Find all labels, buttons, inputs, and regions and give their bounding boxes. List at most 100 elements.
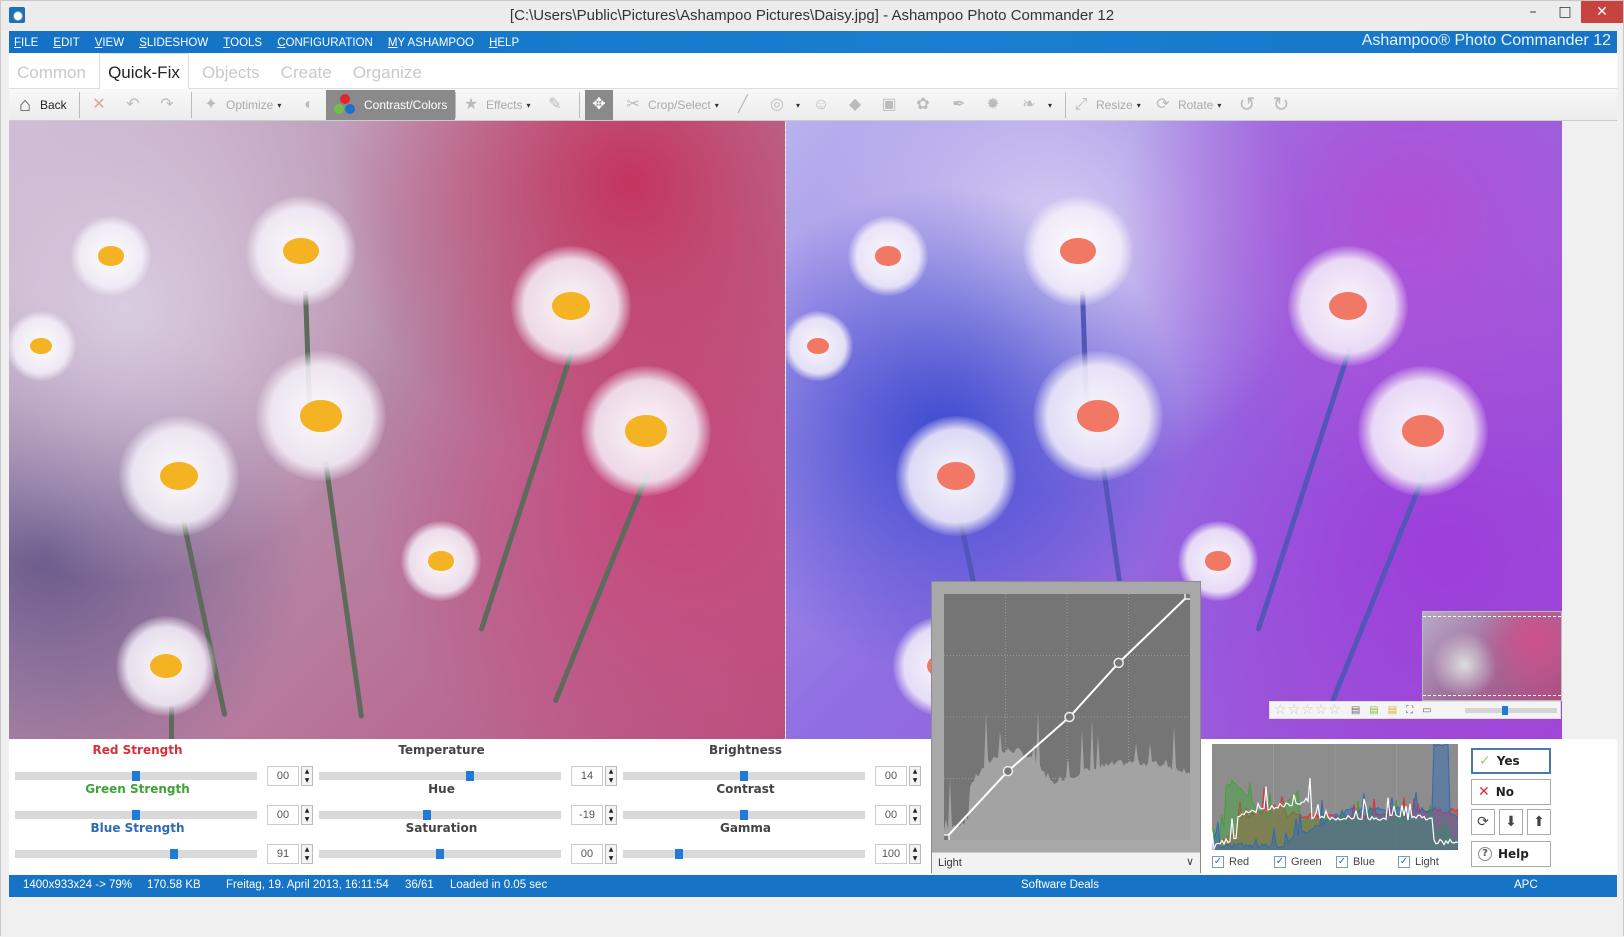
- spin-down-icon[interactable]: ▼: [302, 776, 312, 785]
- fullscreen-icon[interactable]: ⛶: [1406, 705, 1413, 716]
- spin-down-icon[interactable]: ▼: [606, 854, 616, 863]
- image-edit-icon[interactable]: ▤: [1388, 705, 1397, 716]
- slider-handle[interactable]: [169, 849, 178, 859]
- curve-control-point[interactable]: [1002, 765, 1014, 777]
- frame-button[interactable]: ▣: [879, 91, 904, 119]
- spin-down-icon[interactable]: ▼: [910, 815, 920, 824]
- eraser-button[interactable]: ◆: [845, 91, 870, 119]
- checkbox-light[interactable]: ✓ Light: [1398, 856, 1439, 868]
- spin-down-icon[interactable]: ▼: [302, 815, 312, 824]
- rating-star-2[interactable]: ☆: [1288, 702, 1301, 718]
- spin-down-icon[interactable]: ▼: [910, 854, 920, 863]
- rating-star-4[interactable]: ☆: [1315, 702, 1328, 718]
- spin-down-icon[interactable]: ▼: [302, 854, 312, 863]
- slider-handle[interactable]: [132, 810, 140, 820]
- yes-button[interactable]: ✓ Yes: [1471, 748, 1551, 774]
- tab-organize[interactable]: Organize: [345, 54, 430, 90]
- menu-slideshow[interactable]: SLIDESHOW: [134, 33, 213, 49]
- spin-buttons[interactable]: ▲ ▼: [301, 766, 313, 786]
- slider-handle[interactable]: [422, 810, 431, 820]
- spin-up-icon[interactable]: ▲: [910, 845, 920, 854]
- menu-configuration[interactable]: CONFIGURATION: [272, 33, 378, 49]
- contrast-colors-button[interactable]: Contrast/Colors: [326, 90, 456, 120]
- resize-button[interactable]: ⤢ Resize ▾: [1071, 91, 1141, 119]
- rating-star-5[interactable]: ☆: [1328, 702, 1341, 718]
- curve-control-point[interactable]: [1113, 657, 1124, 669]
- spin-down-icon[interactable]: ▼: [606, 776, 616, 785]
- brush-button[interactable]: ✎: [545, 91, 570, 119]
- maximize-button[interactable]: □: [1549, 1, 1581, 23]
- back-button[interactable]: ⌂ Back: [15, 91, 67, 119]
- spin-buttons[interactable]: ▲ ▼: [301, 805, 313, 825]
- tab-quick-fix[interactable]: Quick-Fix: [99, 53, 189, 89]
- spin-up-icon[interactable]: ▲: [606, 845, 616, 854]
- menu-view[interactable]: VIEW: [90, 33, 129, 49]
- slider-value-input[interactable]: 00: [571, 844, 603, 864]
- spin-buttons[interactable]: ▲ ▼: [605, 805, 617, 825]
- load-preset-button[interactable]: ⬆: [1527, 809, 1551, 835]
- slider-value-input[interactable]: 91: [267, 844, 299, 864]
- redo-button[interactable]: ↷: [157, 91, 182, 119]
- spin-buttons[interactable]: ▲ ▼: [301, 844, 313, 864]
- spin-up-icon[interactable]: ▲: [302, 767, 312, 776]
- slider-value-input[interactable]: 14: [571, 766, 603, 786]
- straighten-button[interactable]: ╱: [733, 91, 758, 119]
- curve-endpoint-handle[interactable]: [1184, 588, 1196, 600]
- slider-track[interactable]: [623, 810, 865, 820]
- slider-value-input[interactable]: 00: [875, 805, 907, 825]
- portrait-button[interactable]: ☺: [811, 91, 836, 119]
- slider-value-input[interactable]: 100: [875, 844, 907, 864]
- slider-track[interactable]: [623, 849, 865, 859]
- menu-file[interactable]: FILE: [9, 33, 43, 49]
- effects-button[interactable]: ★ Effects ▾: [461, 91, 531, 119]
- slider-handle[interactable]: [132, 771, 140, 781]
- rating-star-3[interactable]: ☆: [1301, 702, 1314, 718]
- rotate-right-button[interactable]: ↻: [1271, 91, 1296, 119]
- close-button[interactable]: ✕: [1581, 1, 1623, 23]
- tone-curve-graph[interactable]: [938, 588, 1196, 846]
- slider-track[interactable]: [15, 810, 257, 820]
- spin-down-icon[interactable]: ▼: [606, 815, 616, 824]
- slider-value-input[interactable]: -19: [571, 805, 603, 825]
- slider-handle[interactable]: [740, 771, 748, 781]
- help-button[interactable]: ? Help: [1471, 841, 1551, 867]
- splash-button[interactable]: ✹: [983, 91, 1008, 119]
- spin-buttons[interactable]: ▲ ▼: [605, 766, 617, 786]
- optimize-button[interactable]: ✦ Optimize ▾: [201, 91, 281, 119]
- slider-value-input[interactable]: 00: [875, 766, 907, 786]
- select-tool-button[interactable]: ✥: [585, 90, 613, 120]
- exposure-button[interactable]: ◐: [299, 91, 324, 119]
- menu-edit[interactable]: EDIT: [48, 33, 84, 49]
- rotate-left-button[interactable]: ↺: [1237, 91, 1262, 119]
- slider-handle[interactable]: [740, 810, 748, 820]
- slider-handle[interactable]: [674, 849, 683, 859]
- slider-track[interactable]: [319, 810, 561, 820]
- spin-buttons[interactable]: ▲ ▼: [909, 844, 921, 864]
- curve-control-point[interactable]: [1064, 711, 1075, 723]
- menu-my-ashampoo[interactable]: MY ASHAMPOO: [383, 33, 479, 49]
- menu-tools[interactable]: TOOLS: [218, 33, 267, 49]
- slider-handle[interactable]: [436, 849, 444, 859]
- slider-track[interactable]: [15, 771, 257, 781]
- discard-button[interactable]: ✕: [89, 91, 114, 119]
- zoom-slider[interactable]: [1465, 706, 1557, 715]
- tone-curve-editor[interactable]: [938, 588, 1196, 846]
- tab-objects[interactable]: Objects: [194, 54, 268, 90]
- tab-create[interactable]: Create: [273, 54, 340, 90]
- slider-track[interactable]: [15, 849, 257, 859]
- spin-down-icon[interactable]: ▼: [910, 776, 920, 785]
- reset-button[interactable]: ⟳: [1471, 809, 1495, 835]
- spin-buttons[interactable]: ▲ ▼: [909, 805, 921, 825]
- slider-track[interactable]: [319, 771, 561, 781]
- checkbox-green[interactable]: ✓ Green: [1274, 856, 1322, 868]
- crop-select-button[interactable]: ✂ Crop/Select ▾: [623, 91, 718, 119]
- spin-up-icon[interactable]: ▲: [606, 806, 616, 815]
- spin-up-icon[interactable]: ▲: [302, 806, 312, 815]
- monitor-icon[interactable]: ▭: [1422, 705, 1431, 716]
- menu-help[interactable]: HELP: [484, 33, 524, 49]
- spin-up-icon[interactable]: ▲: [910, 767, 920, 776]
- minimize-button[interactable]: –: [1517, 1, 1549, 23]
- slider-track[interactable]: [623, 771, 865, 781]
- slider-track[interactable]: [319, 849, 561, 859]
- tab-common[interactable]: Common: [9, 54, 94, 90]
